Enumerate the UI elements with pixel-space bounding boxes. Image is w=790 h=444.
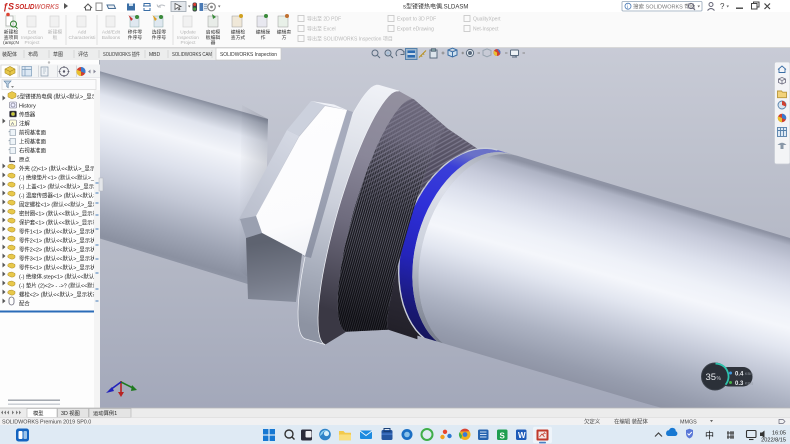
svg-text:前视基准面: 前视基准面 xyxy=(19,128,47,136)
svg-text:配合: 配合 xyxy=(19,299,30,307)
svg-text:Add/Edit: Add/Edit xyxy=(102,30,121,36)
svg-text:?: ? xyxy=(720,2,725,11)
svg-text:Project: Project xyxy=(181,40,197,46)
svg-text:草图: 草图 xyxy=(53,51,63,58)
svg-text:S: S xyxy=(500,431,506,440)
svg-text:零件1<1> (默认<<默认>_显示状态: 零件1<1> (默认<<默认>_显示状态 xyxy=(19,227,102,235)
svg-text:Update: Update xyxy=(180,30,196,36)
svg-text:SOLIDWORKS: SOLIDWORKS xyxy=(15,4,59,11)
svg-text:Inspection: Inspection xyxy=(177,35,199,41)
svg-text:螺栓<2> (默认<<默认>_显示状态: 螺栓<2> (默认<<默认>_显示状态 xyxy=(19,290,99,298)
svg-text:欠定义: 欠定义 xyxy=(584,417,601,425)
svg-text:编辑检: 编辑检 xyxy=(231,29,246,36)
svg-text:装配体: 装配体 xyxy=(2,51,17,58)
svg-text:导出至 SOLIDWORKS Inspection 项目: 导出至 SOLIDWORKS Inspection 项目 xyxy=(307,36,393,43)
svg-text:模型: 模型 xyxy=(33,409,44,417)
svg-text:外壳 (2)<1> (默认<<默认>_显示状: 外壳 (2)<1> (默认<<默认>_显示状 xyxy=(19,164,101,172)
svg-text:查项目: 查项目 xyxy=(4,34,18,41)
svg-text:固定螺栓<1> (默认<<默认>_显示: 固定螺栓<1> (默认<<默认>_显示 xyxy=(19,200,99,208)
svg-text:编辑卖: 编辑卖 xyxy=(277,29,292,36)
svg-text:件序号: 件序号 xyxy=(128,34,143,41)
svg-text:注解: 注解 xyxy=(19,119,30,127)
svg-text:A: A xyxy=(11,121,14,126)
svg-text:QualityXpert: QualityXpert xyxy=(473,17,501,23)
svg-text:在编辑 装配体: 在编辑 装配体 xyxy=(614,417,648,425)
svg-text:0.4: 0.4 xyxy=(735,372,744,378)
svg-text:SOLIDWORKS 插件: SOLIDWORKS 插件 xyxy=(103,51,140,58)
svg-text:密封圈<1> (默认<<默认>_显示状: 密封圈<1> (默认<<默认>_显示状 xyxy=(19,209,99,217)
svg-text:零件2<1> (默认<<默认>_显示状: 零件2<1> (默认<<默认>_显示状 xyxy=(19,236,96,244)
svg-text:%: % xyxy=(717,376,722,382)
svg-text:History: History xyxy=(19,103,36,109)
svg-text:编辑操: 编辑操 xyxy=(256,29,271,36)
svg-text:原点: 原点 xyxy=(19,156,30,163)
svg-text:中: 中 xyxy=(705,430,714,441)
svg-text:SOLIDWORKS CAM: SOLIDWORKS CAM xyxy=(172,52,212,58)
svg-text:导出至 2D PDF: 导出至 2D PDF xyxy=(307,16,341,23)
svg-text:零件2<2> (默认<<默认>_显示状: 零件2<2> (默认<<默认>_显示状 xyxy=(19,245,96,253)
svg-text:SOLIDWORKS Premium 2019 SP0.0: SOLIDWORKS Premium 2019 SP0.0 xyxy=(2,419,91,425)
svg-text:搜索 SOLIDWORKS 帮助: 搜索 SOLIDWORKS 帮助 xyxy=(633,2,696,10)
svg-text:3D 视图: 3D 视图 xyxy=(61,409,80,417)
svg-text:MMGS: MMGS xyxy=(680,419,697,425)
svg-text:方: 方 xyxy=(282,34,287,41)
svg-text:保护套<1> (默认<<默认>_显示状: 保护套<1> (默认<<默认>_显示状 xyxy=(19,218,99,226)
svg-text:上视基准面: 上视基准面 xyxy=(19,137,47,145)
svg-text:KB/s: KB/s xyxy=(745,381,753,386)
svg-text:板: 板 xyxy=(53,34,58,41)
svg-text:0.3: 0.3 xyxy=(735,381,744,387)
svg-text:板编辑: 板编辑 xyxy=(206,34,221,41)
svg-text:W: W xyxy=(518,431,526,440)
svg-text:(-) 绝缘垫片<1> (默认<<默认>_显: (-) 绝缘垫片<1> (默认<<默认>_显 xyxy=(19,173,100,181)
svg-text:零件3<1> (默认<<默认>_显示状: 零件3<1> (默认<<默认>_显示状 xyxy=(19,254,96,262)
svg-text:35: 35 xyxy=(706,372,717,383)
svg-text:Export to 3D PDF: Export to 3D PDF xyxy=(397,17,436,23)
svg-text:KB/s: KB/s xyxy=(745,371,753,376)
svg-text:新建模: 新建模 xyxy=(48,29,63,36)
svg-text:选择零: 选择零 xyxy=(152,29,167,36)
svg-text:零件5<1> (默认<<默认>_显示状: 零件5<1> (默认<<默认>_显示状 xyxy=(19,263,96,271)
svg-text:(-) 温度传感器<1> (默认<<默认>: (-) 温度传感器<1> (默认<<默认> xyxy=(19,191,96,199)
svg-text:(-) 绝缘体.step<1> (默认<<默认>: (-) 绝缘体.step<1> (默认<<默认> xyxy=(19,272,97,280)
svg-text:(-) 上盖<1> (默认<<默认>_显示状: (-) 上盖<1> (默认<<默认>_显示状 xyxy=(19,182,100,190)
svg-text:Net-Inspect: Net-Inspect xyxy=(473,27,499,33)
svg-text:启动模: 启动模 xyxy=(206,29,221,36)
svg-text:(amp;N: (amp;N xyxy=(3,40,19,46)
svg-text:新建检: 新建检 xyxy=(4,29,19,36)
svg-text:导出至 Excel: 导出至 Excel xyxy=(307,26,336,33)
svg-text:Balloons: Balloons xyxy=(102,35,121,41)
svg-text:运动算例1: 运动算例1 xyxy=(93,409,117,417)
svg-text:Inspection: Inspection xyxy=(21,35,43,41)
svg-text:i: i xyxy=(627,4,628,10)
svg-text:传感器: 传感器 xyxy=(19,110,36,118)
svg-text:s型镂镂热电偶.SLDASM: s型镂镂热电偶.SLDASM xyxy=(403,3,468,11)
svg-text:ƒS: ƒS xyxy=(3,2,14,12)
svg-text:移件零: 移件零 xyxy=(128,29,143,36)
svg-text:件序号: 件序号 xyxy=(152,34,167,41)
svg-text:Export eDrawing: Export eDrawing xyxy=(397,27,434,33)
svg-text:(-) 垫片 (2)<2> - ->? (默认<<默认: (-) 垫片 (2)<2> - ->? (默认<<默认 xyxy=(19,281,99,289)
svg-text:Characteristi: Characteristi xyxy=(69,35,96,41)
svg-text:评估: 评估 xyxy=(78,51,88,58)
svg-text:Edit: Edit xyxy=(28,30,37,36)
svg-text:2022/8/15: 2022/8/15 xyxy=(761,438,786,444)
svg-text:布局: 布局 xyxy=(28,51,38,58)
svg-text:SOLIDWORKS Inspection: SOLIDWORKS Inspection xyxy=(220,52,277,58)
svg-text:作: 作 xyxy=(261,34,266,41)
svg-text:Project: Project xyxy=(25,40,41,46)
svg-text:Add: Add xyxy=(78,30,87,36)
svg-text:器: 器 xyxy=(211,40,216,46)
svg-text:右视基准面: 右视基准面 xyxy=(19,146,47,154)
svg-text:查方式: 查方式 xyxy=(231,34,246,41)
svg-text:MBD: MBD xyxy=(149,52,161,58)
svg-text:16:05: 16:05 xyxy=(772,431,786,437)
